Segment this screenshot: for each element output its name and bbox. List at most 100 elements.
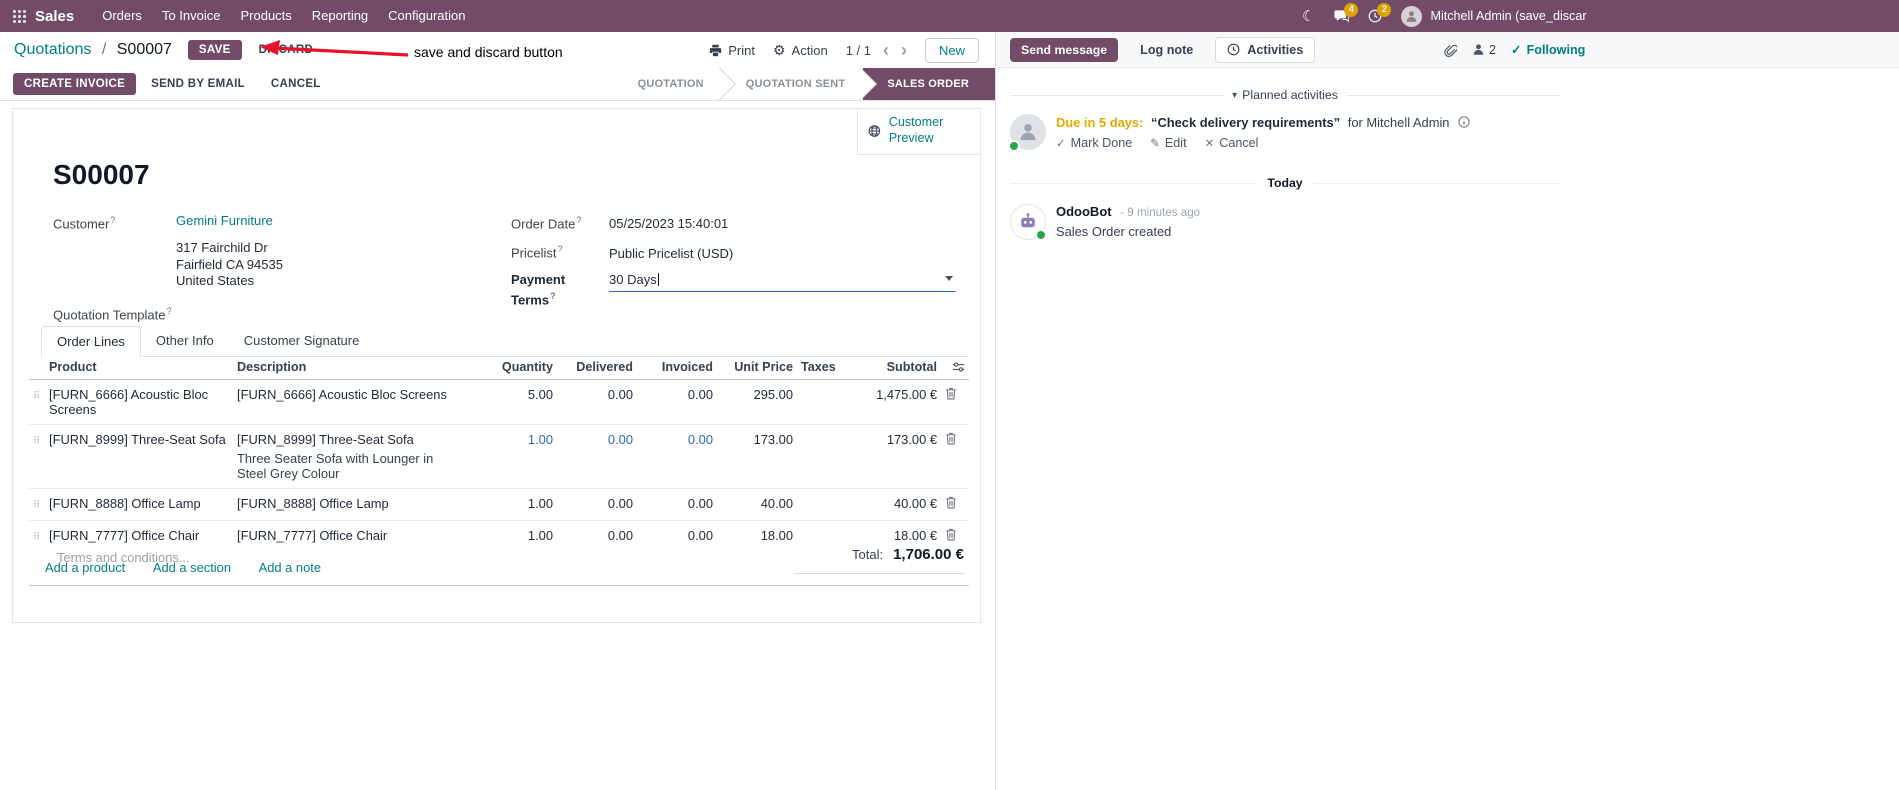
col-description[interactable]: Description bbox=[233, 355, 469, 380]
nav-item-configuration[interactable]: Configuration bbox=[378, 0, 475, 32]
breadcrumb-quotations-link[interactable]: Quotations bbox=[14, 41, 91, 58]
drag-handle-icon[interactable]: ⠿ bbox=[33, 436, 40, 447]
description-line-1: [FURN_8999] Three-Seat Sofa bbox=[237, 432, 414, 447]
total-value: 1,706.00 € bbox=[893, 546, 964, 563]
message-timestamp: - 9 minutes ago bbox=[1120, 206, 1201, 219]
cell-invoiced[interactable]: 0.00 bbox=[637, 520, 717, 552]
delete-row-icon[interactable] bbox=[945, 528, 957, 541]
dropdown-caret-icon[interactable] bbox=[945, 275, 953, 281]
cell-unit-price[interactable]: 173.00 bbox=[717, 424, 797, 489]
col-delivered[interactable]: Delivered bbox=[557, 355, 637, 380]
cancel-activity-button[interactable]: ✕ Cancel bbox=[1205, 136, 1259, 150]
cell-description[interactable]: [FURN_7777] Office Chair bbox=[233, 520, 469, 552]
cell-description[interactable]: [FURN_8888] Office Lamp bbox=[233, 488, 469, 521]
cell-invoiced[interactable]: 0.00 bbox=[637, 488, 717, 521]
delete-row-icon[interactable] bbox=[945, 387, 957, 400]
app-brand-sales[interactable]: Sales bbox=[35, 8, 74, 25]
nav-item-reporting[interactable]: Reporting bbox=[302, 0, 378, 32]
pager-next-icon[interactable]: › bbox=[901, 41, 907, 59]
cell-taxes[interactable] bbox=[797, 488, 853, 521]
optional-columns-icon[interactable] bbox=[945, 361, 965, 373]
person-icon bbox=[1407, 10, 1417, 22]
send-message-button[interactable]: Send message bbox=[1010, 37, 1119, 62]
cell-taxes[interactable] bbox=[797, 380, 853, 425]
payment-terms-input[interactable]: 30 Days bbox=[609, 271, 956, 292]
drag-handle-icon[interactable]: ⠿ bbox=[33, 532, 40, 543]
breadcrumb: Quotations / S00007 bbox=[14, 41, 172, 59]
cell-delivered[interactable]: 0.00 bbox=[557, 488, 637, 521]
dark-mode-toggle[interactable]: ☾ bbox=[1302, 9, 1315, 24]
cell-unit-price[interactable]: 295.00 bbox=[717, 380, 797, 425]
cell-product[interactable]: [FURN_8999] Three-Seat Sofa bbox=[45, 424, 233, 489]
stage-quotation-sent[interactable]: QUOTATION SENT bbox=[721, 68, 864, 100]
delete-row-icon[interactable] bbox=[945, 496, 957, 509]
address-line-1: 317 Fairchild Dr bbox=[176, 240, 268, 256]
edit-activity-button[interactable]: ✎ Edit bbox=[1150, 136, 1186, 150]
col-subtotal[interactable]: Subtotal bbox=[853, 355, 941, 380]
form-sheet: Customer Preview S00007 Customer? Gemini… bbox=[12, 108, 981, 623]
col-taxes[interactable]: Taxes bbox=[797, 355, 853, 380]
cell-product[interactable]: [FURN_7777] Office Chair bbox=[45, 520, 233, 552]
save-button[interactable]: SAVE bbox=[187, 40, 242, 60]
cell-unit-price[interactable]: 40.00 bbox=[717, 488, 797, 521]
customer-preview-button[interactable]: Customer Preview bbox=[857, 108, 981, 155]
col-invoiced[interactable]: Invoiced bbox=[637, 355, 717, 380]
create-invoice-button[interactable]: CREATE INVOICE bbox=[13, 73, 137, 95]
customer-preview-label: Customer Preview bbox=[888, 115, 944, 145]
cell-delivered[interactable]: 0.00 bbox=[557, 380, 637, 425]
cell-delivered[interactable]: 0.00 bbox=[557, 424, 637, 489]
activities-tab-button[interactable]: Activities bbox=[1215, 36, 1316, 63]
drag-handle-icon[interactable]: ⠿ bbox=[33, 500, 40, 511]
apps-grid-icon[interactable] bbox=[13, 9, 26, 23]
col-quantity[interactable]: Quantity bbox=[469, 355, 557, 380]
cell-delivered[interactable]: 0.00 bbox=[557, 520, 637, 552]
new-button[interactable]: New bbox=[924, 37, 979, 63]
cell-quantity[interactable]: 1.00 bbox=[469, 424, 557, 489]
delete-row-icon[interactable] bbox=[945, 432, 957, 445]
cell-product[interactable]: [FURN_8888] Office Lamp bbox=[45, 488, 233, 521]
cell-quantity[interactable]: 1.00 bbox=[469, 488, 557, 521]
followers-button[interactable]: 2 bbox=[1472, 43, 1496, 57]
stage-sales-order[interactable]: SALES ORDER bbox=[863, 68, 995, 100]
terms-and-conditions-placeholder[interactable]: Terms and conditions... bbox=[57, 550, 190, 565]
cell-quantity[interactable]: 5.00 bbox=[469, 380, 557, 425]
handle-column-header bbox=[29, 355, 45, 380]
cell-unit-price[interactable]: 18.00 bbox=[717, 520, 797, 552]
following-button[interactable]: ✓ Following bbox=[1511, 42, 1585, 58]
cell-invoiced[interactable]: 0.00 bbox=[637, 424, 717, 489]
cell-taxes[interactable] bbox=[797, 424, 853, 489]
add-a-note-link[interactable]: Add a note bbox=[259, 560, 321, 575]
messages-tray-button[interactable]: 4 bbox=[1334, 3, 1359, 23]
pager-previous-icon[interactable]: ‹ bbox=[883, 41, 889, 59]
mark-done-button[interactable]: ✓ Mark Done bbox=[1056, 136, 1132, 150]
discard-button[interactable]: DISCARD bbox=[250, 40, 323, 60]
nav-item-products[interactable]: Products bbox=[230, 0, 301, 32]
drag-handle-icon[interactable]: ⠿ bbox=[33, 391, 40, 402]
pricelist-value[interactable]: Public Pricelist (USD) bbox=[609, 245, 733, 262]
send-by-email-button[interactable]: SEND BY EMAIL bbox=[140, 73, 256, 95]
activities-tray-button[interactable]: 2 bbox=[1368, 3, 1392, 23]
order-date-value[interactable]: 05/25/2023 15:40:01 bbox=[609, 215, 728, 232]
cell-quantity[interactable]: 1.00 bbox=[469, 520, 557, 552]
nav-item-to-invoice[interactable]: To Invoice bbox=[152, 0, 231, 32]
cell-invoiced[interactable]: 0.00 bbox=[637, 380, 717, 425]
info-icon[interactable] bbox=[1458, 116, 1470, 128]
col-unit-price[interactable]: Unit Price bbox=[717, 355, 797, 380]
action-menu-button[interactable]: ⚙ Action bbox=[773, 43, 828, 58]
cancel-button[interactable]: CANCEL bbox=[260, 73, 332, 95]
user-menu-button[interactable]: Mitchell Admin (save_discar bbox=[1401, 5, 1587, 27]
tab-customer-signature[interactable]: Customer Signature bbox=[229, 326, 375, 356]
tab-order-lines[interactable]: Order Lines bbox=[41, 326, 141, 357]
cell-description[interactable]: [FURN_6666] Acoustic Bloc Screens bbox=[233, 380, 469, 425]
planned-activities-toggle[interactable]: ▾ Planned activities bbox=[1232, 88, 1338, 102]
customer-value-link[interactable]: Gemini Furniture bbox=[176, 212, 273, 232]
cell-description[interactable]: [FURN_8999] Three-Seat Sofa Three Seater… bbox=[233, 424, 469, 489]
print-button[interactable]: Print bbox=[709, 43, 755, 58]
log-note-button[interactable]: Log note bbox=[1132, 38, 1201, 62]
tab-other-info[interactable]: Other Info bbox=[141, 326, 229, 356]
cell-product[interactable]: [FURN_6666] Acoustic Bloc Screens bbox=[45, 380, 233, 425]
stage-quotation[interactable]: QUOTATION bbox=[613, 68, 722, 100]
col-product[interactable]: Product bbox=[45, 355, 233, 380]
attachments-button[interactable] bbox=[1444, 43, 1457, 57]
nav-item-orders[interactable]: Orders bbox=[92, 0, 152, 32]
